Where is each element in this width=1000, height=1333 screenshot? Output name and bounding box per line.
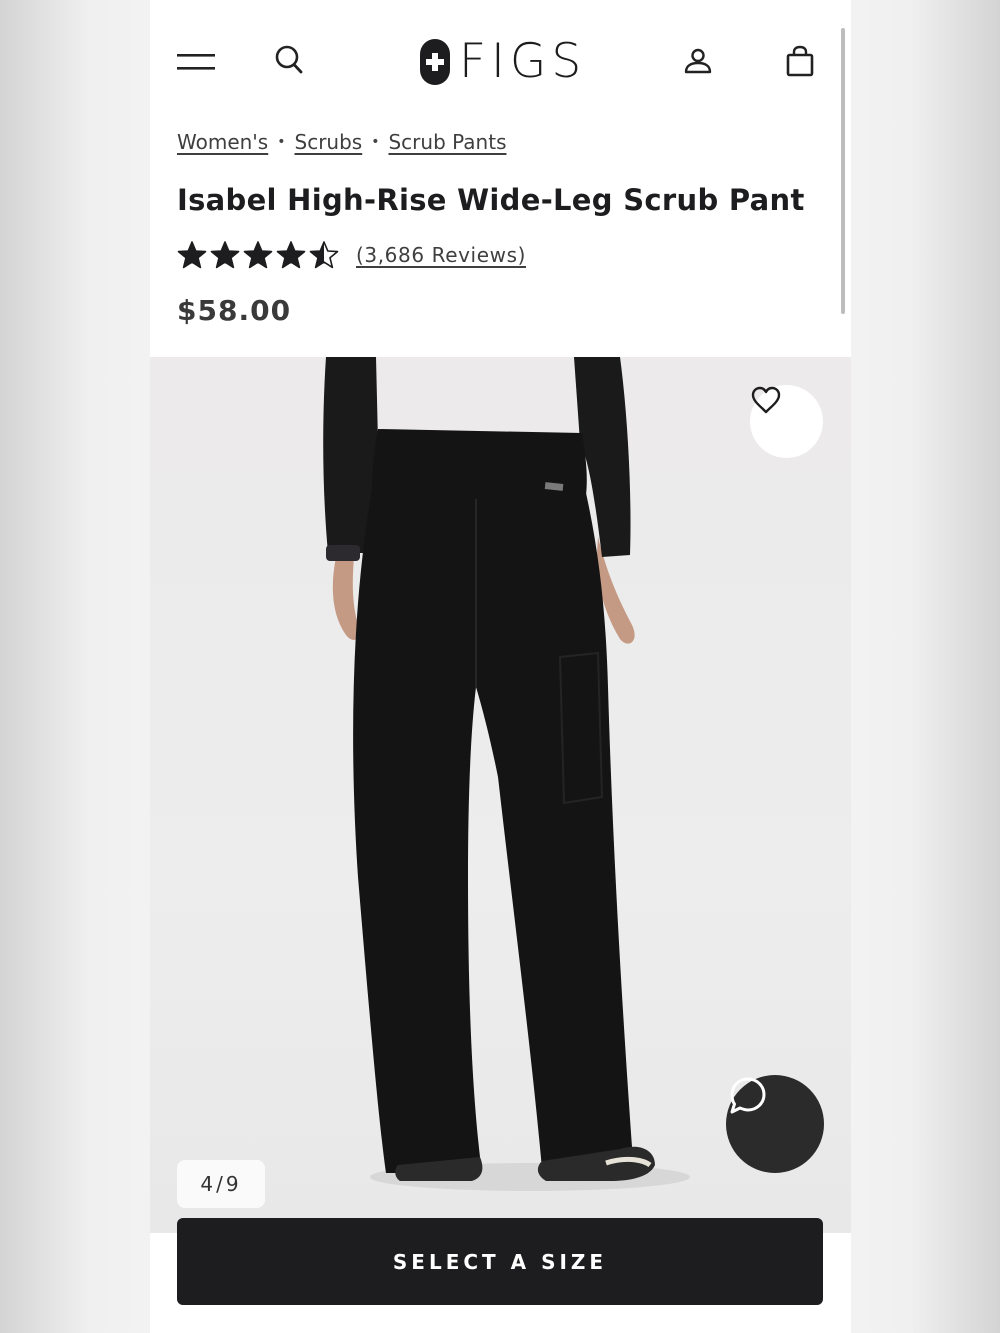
breadcrumb-scrubs[interactable]: Scrubs xyxy=(295,130,363,154)
menu-icon[interactable] xyxy=(177,50,215,74)
product-price: $58.00 xyxy=(177,294,292,327)
figs-logo[interactable]: FIGS xyxy=(420,35,586,89)
rating-stars xyxy=(177,240,339,270)
product-title: Isabel High-Rise Wide-Leg Scrub Pant xyxy=(177,183,805,217)
breadcrumb-separator: • xyxy=(277,134,286,150)
star-half-icon xyxy=(309,241,339,269)
favorite-button[interactable] xyxy=(750,385,823,458)
mobile-viewport: FIGS Women's • Scrubs • Scrub Pants Isab… xyxy=(150,0,851,1333)
star-full-icon xyxy=(177,241,207,269)
star-full-icon xyxy=(210,241,240,269)
reviews-link[interactable]: (3,686 Reviews) xyxy=(356,243,526,267)
heart-icon xyxy=(751,386,781,414)
bag-icon[interactable] xyxy=(785,45,815,78)
star-full-icon xyxy=(243,241,273,269)
account-icon[interactable] xyxy=(683,46,713,76)
logo-cross-icon xyxy=(420,39,450,85)
scrollbar[interactable] xyxy=(841,28,845,314)
product-rating: (3,686 Reviews) xyxy=(177,240,526,270)
breadcrumb: Women's • Scrubs • Scrub Pants xyxy=(177,130,506,154)
chat-bubble-icon xyxy=(730,1077,766,1114)
star-full-icon xyxy=(276,241,306,269)
gallery-counter: 4/9 xyxy=(177,1160,265,1208)
product-image[interactable]: 4/9 xyxy=(150,357,851,1233)
select-size-button[interactable]: SELECT A SIZE xyxy=(177,1218,823,1305)
chat-button[interactable] xyxy=(726,1075,824,1173)
breadcrumb-womens[interactable]: Women's xyxy=(177,130,268,154)
logo-text: FIGS xyxy=(459,34,587,89)
breadcrumb-separator: • xyxy=(371,134,380,150)
search-icon[interactable] xyxy=(274,44,304,76)
breadcrumb-scrub-pants[interactable]: Scrub Pants xyxy=(388,130,506,154)
